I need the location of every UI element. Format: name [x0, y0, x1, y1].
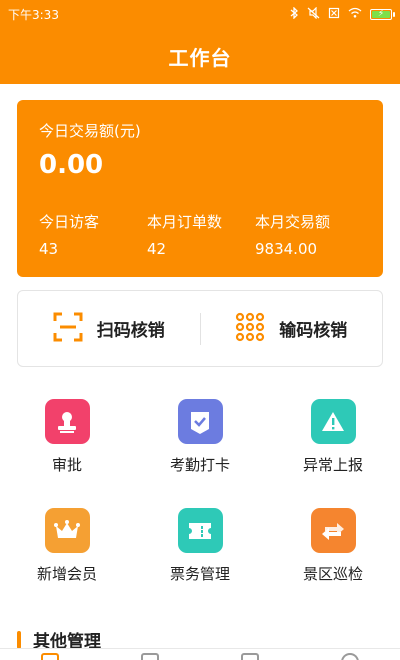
grid-label: 审批	[51, 456, 82, 474]
stat-label: 今日访客	[39, 213, 100, 231]
stat-label: 本月交易额	[255, 213, 331, 231]
exchange-icon	[310, 508, 356, 553]
ticket-icon	[177, 508, 223, 553]
status-icons: ⚡	[289, 5, 395, 22]
grid-label: 异常上报	[302, 456, 363, 474]
nav-tab-profile-icon[interactable]	[341, 653, 359, 660]
warning-icon	[310, 399, 356, 444]
stat-value: 9834.00	[255, 240, 318, 258]
keypad-icon	[235, 312, 265, 346]
section-bar	[17, 630, 21, 649]
page-title: 工作台	[168, 46, 232, 70]
code-verify-button[interactable]: 输码核销	[201, 291, 383, 366]
crown-icon	[44, 508, 90, 553]
grid-label: 考勤打卡	[169, 456, 230, 474]
status-bar: 下午3:33 ⚡	[0, 0, 400, 28]
bottom-nav	[0, 648, 400, 660]
scan-verify-button[interactable]: 扫码核销	[18, 291, 200, 366]
grid-label: 新增会员	[36, 565, 97, 583]
stat-visitors: 今日访客 43	[39, 211, 99, 258]
stat-value: 43	[39, 240, 59, 258]
grid-item-new-member[interactable]: 新增会员	[7, 508, 127, 584]
today-amount-value: 0.00	[39, 150, 104, 180]
checkin-icon	[177, 399, 223, 444]
nav-tab-home-icon[interactable]	[41, 653, 59, 660]
mute-icon	[307, 6, 320, 22]
stat-label: 本月订单数	[147, 213, 223, 231]
code-verify-label: 输码核销	[279, 321, 348, 341]
grid-item-inspection[interactable]: 景区巡检	[273, 508, 393, 584]
app-header: 下午3:33 ⚡ 工作台	[0, 0, 400, 84]
nav-tab-orders-icon[interactable]	[141, 653, 159, 660]
stamp-icon	[44, 399, 90, 444]
stat-monthly-orders: 本月订单数 42	[147, 211, 222, 258]
grid-label: 票务管理	[169, 565, 230, 583]
stat-monthly-amount: 本月交易额 9834.00	[255, 211, 330, 258]
today-amount-label: 今日交易额(元)	[39, 122, 141, 140]
no-sim-icon	[328, 7, 340, 22]
grid-item-approval[interactable]: 审批	[7, 399, 127, 475]
stats-card: 今日交易额(元) 0.00 今日访客 43 本月订单数 42 本月交易额 983…	[17, 100, 383, 277]
grid-item-report[interactable]: 异常上报	[273, 399, 393, 475]
battery-icon: ⚡	[370, 8, 395, 20]
scan-verify-label: 扫码核销	[96, 321, 165, 341]
scan-icon	[53, 312, 83, 346]
verify-card: 扫码核销 输码核销	[17, 290, 383, 367]
nav-tab-messages-icon[interactable]	[241, 653, 259, 660]
status-time: 下午3:33	[8, 7, 59, 22]
stat-value: 42	[147, 240, 167, 258]
grid-item-ticket[interactable]: 票务管理	[140, 508, 260, 584]
grid-item-attendance[interactable]: 考勤打卡	[140, 399, 260, 475]
grid-label: 景区巡检	[302, 565, 363, 583]
bluetooth-icon	[289, 5, 299, 22]
wifi-icon	[348, 7, 362, 21]
